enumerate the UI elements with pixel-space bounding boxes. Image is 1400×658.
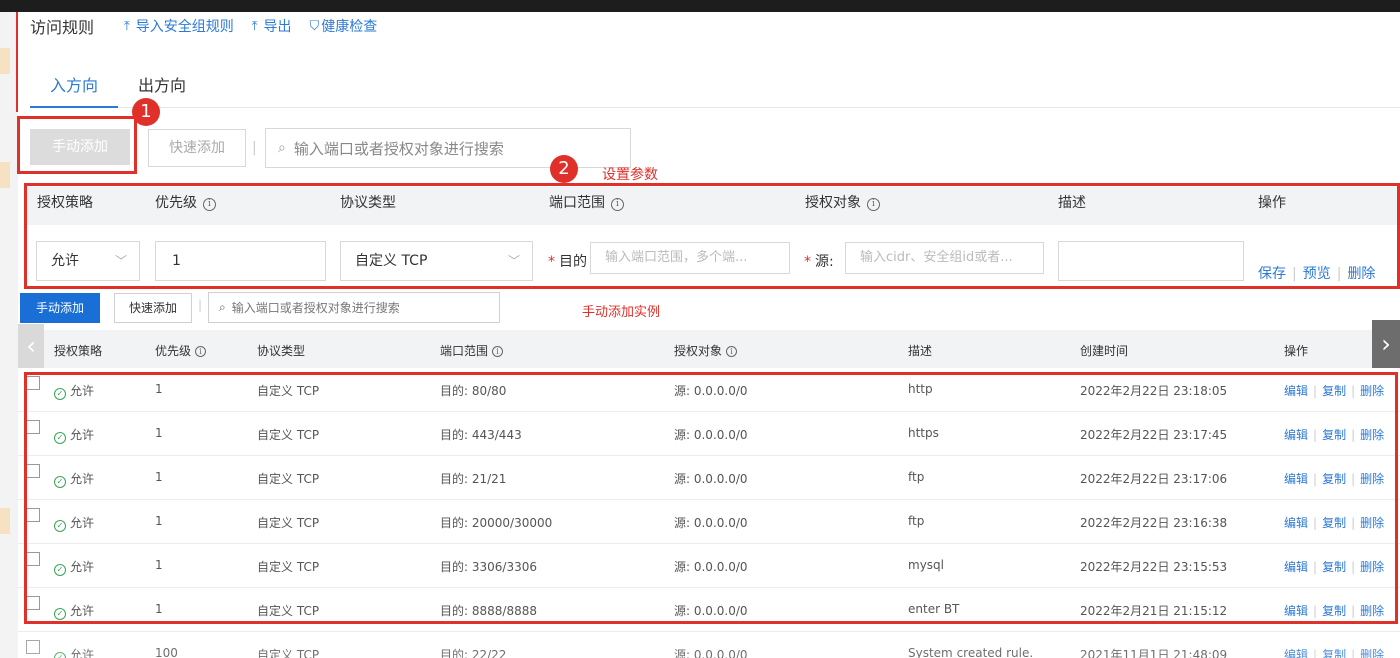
policy-cell: ✓ 允许: [54, 646, 94, 658]
export-icon: ⤒: [251, 18, 258, 34]
row-actions: 编辑 | 复制 | 删除: [1284, 646, 1384, 658]
protocol-cell: 自定义 TCP: [257, 648, 320, 658]
quick-add-button[interactable]: 快速添加: [148, 129, 246, 167]
annotation-badge-2: 2: [550, 155, 578, 183]
top-bar: [0, 0, 1400, 12]
info-icon: i: [195, 346, 207, 357]
search-icon: ⌕: [278, 140, 286, 156]
copy-link[interactable]: 复制: [1322, 648, 1346, 658]
check-circle-icon: ✓: [54, 652, 66, 658]
upload-icon: ⤒: [124, 18, 130, 34]
auth-cell: 源: 0.0.0.0/0: [674, 648, 748, 658]
col-priority: 优先级 i: [155, 342, 207, 359]
col-created: 创建时间: [1080, 344, 1129, 358]
tab-inbound[interactable]: 入方向: [30, 60, 119, 108]
col-desc: 描述: [908, 344, 933, 358]
health-check-link[interactable]: ⛉ 健康检查: [310, 16, 378, 36]
col-protocol: 协议类型: [257, 344, 306, 358]
tab-outbound[interactable]: 出方向: [118, 60, 206, 108]
info-icon: i: [726, 346, 738, 357]
col-port: 端口范围 i: [440, 342, 504, 359]
search-icon: ⌕: [219, 300, 226, 314]
example-manual-add-button[interactable]: 手动添加: [20, 293, 100, 323]
page-header: 访问规则 ⤒ 导入安全组规则 ⤒ 导出 ⛉ 健康检查: [30, 14, 395, 38]
info-icon: i: [492, 346, 504, 357]
direction-tabs: 入方向 出方向: [30, 60, 1400, 108]
table-row: ✓ 允许 100 自定义 TCP 目的: 22/22 源: 0.0.0.0/0 System…: [18, 632, 1400, 658]
col-policy: 授权策略: [54, 344, 103, 358]
created-cell: 2021年11月1日 21:48:09: [1080, 648, 1228, 658]
col-auth: 授权对象 i: [674, 342, 738, 359]
export-link[interactable]: ⤒ 导出: [252, 16, 292, 36]
toolbar-separator: |: [198, 298, 203, 312]
row-checkbox[interactable]: [26, 640, 40, 654]
annotation-badge-1: 1: [132, 98, 160, 126]
example-search-input[interactable]: ⌕ 输入端口或者授权对象进行搜索: [208, 292, 500, 323]
edit-link[interactable]: 编辑: [1284, 648, 1308, 658]
priority-cell: 100: [155, 646, 178, 658]
desc-cell: System created rule.: [908, 646, 1034, 658]
red-marker-bar: [16, 12, 18, 112]
manual-add-button[interactable]: 手动添加: [30, 129, 130, 165]
page-title: 访问规则: [30, 18, 95, 37]
example-quick-add-button[interactable]: 快速添加: [114, 293, 192, 323]
annotation-box-2: [24, 183, 1400, 289]
port-cell: 目的: 22/22: [440, 648, 507, 658]
scroll-right-button[interactable]: ›: [1372, 320, 1400, 368]
annotation-example: 手动添加实例: [582, 305, 661, 320]
scroll-left-button[interactable]: ‹: [18, 324, 44, 368]
toolbar-separator: |: [252, 140, 257, 156]
annotation-box-3: [24, 372, 1398, 624]
delete-link[interactable]: 删除: [1360, 648, 1384, 658]
annotation-set-params: 设置参数: [602, 167, 658, 183]
import-rules-link[interactable]: ⤒ 导入安全组规则: [124, 16, 234, 36]
shield-check-icon: ⛉: [309, 18, 320, 34]
col-ops: 操作: [1284, 344, 1309, 358]
